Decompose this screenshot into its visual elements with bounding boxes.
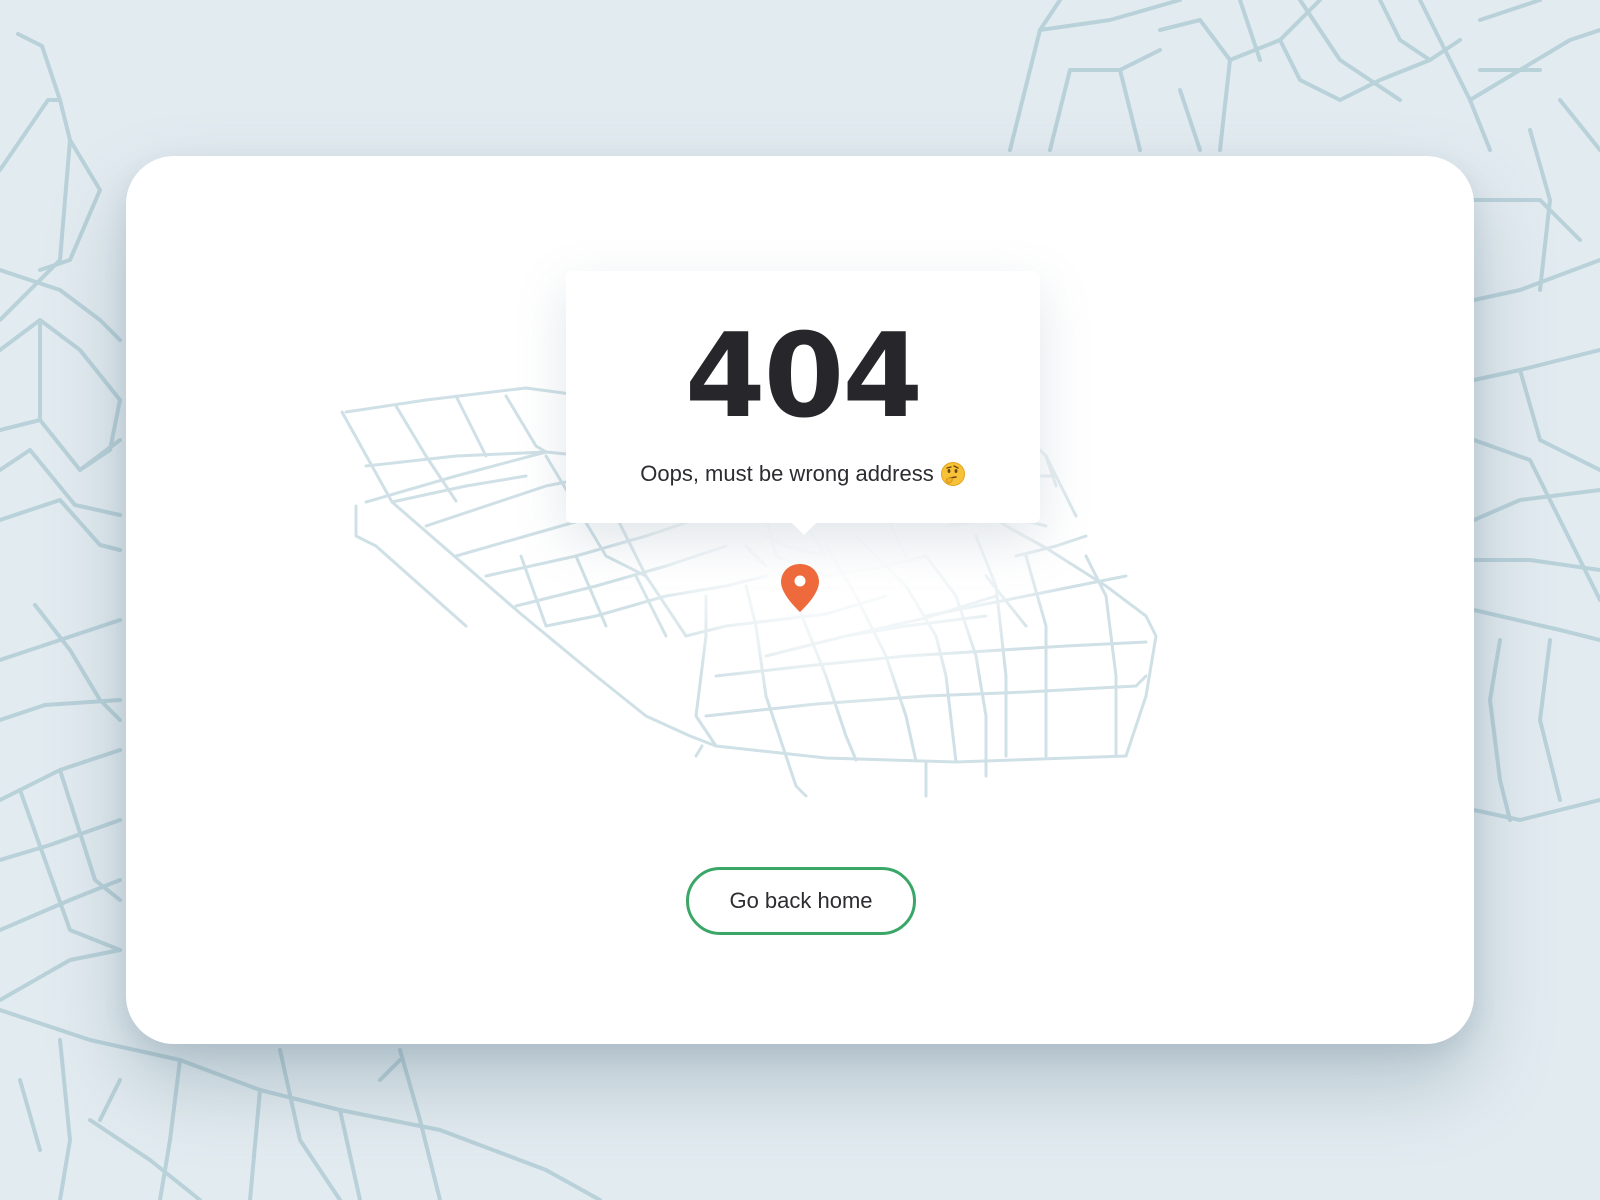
error-message-row: Oops, must be wrong address bbox=[566, 461, 1040, 487]
error-card: 404 Oops, must be wrong address Go back … bbox=[126, 156, 1474, 1044]
location-pin-icon bbox=[781, 564, 819, 612]
error-popup: 404 Oops, must be wrong address bbox=[566, 271, 1040, 535]
thinking-face-icon bbox=[940, 462, 965, 486]
error-code: 404 bbox=[684, 309, 923, 444]
popup-arrow bbox=[790, 521, 818, 535]
error-message: Oops, must be wrong address bbox=[640, 461, 934, 486]
go-back-home-button[interactable]: Go back home bbox=[686, 867, 916, 935]
